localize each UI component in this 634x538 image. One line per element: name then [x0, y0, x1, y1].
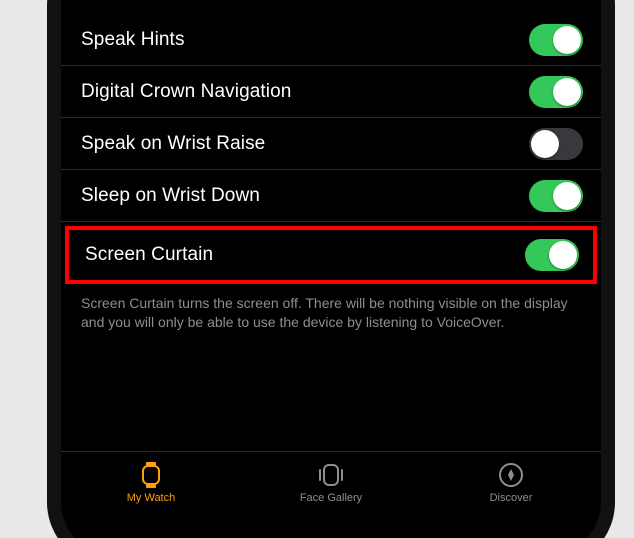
settings-list: Speak Hints Digital Crown Navigation Spe…	[61, 0, 601, 451]
screen: Speak Hints Digital Crown Navigation Spe…	[61, 0, 601, 538]
watch-icon	[138, 462, 164, 488]
toggle-digital-crown-navigation[interactable]	[529, 76, 583, 108]
row-screen-curtain[interactable]: Screen Curtain	[69, 230, 593, 280]
row-label: Sleep on Wrist Down	[81, 185, 260, 207]
row-digital-crown-navigation[interactable]: Digital Crown Navigation	[61, 66, 601, 118]
row-sleep-on-wrist-down[interactable]: Sleep on Wrist Down	[61, 170, 601, 222]
row-label: Speak on Wrist Raise	[81, 133, 265, 155]
tab-label: Discover	[490, 492, 533, 504]
toggle-sleep-on-wrist-down[interactable]	[529, 180, 583, 212]
toggle-speak-on-wrist-raise[interactable]	[529, 128, 583, 160]
toggle-speak-hints[interactable]	[529, 24, 583, 56]
row-speak-on-wrist-raise[interactable]: Speak on Wrist Raise	[61, 118, 601, 170]
discover-icon	[498, 462, 524, 488]
row-label: Digital Crown Navigation	[81, 81, 291, 103]
highlight-box: Screen Curtain	[65, 226, 597, 284]
toggle-screen-curtain[interactable]	[525, 239, 579, 271]
settings-footer-text: Screen Curtain turns the screen off. The…	[61, 284, 601, 346]
tab-label: Face Gallery	[300, 492, 362, 504]
row-speak-hints[interactable]: Speak Hints	[61, 14, 601, 66]
face-gallery-icon	[318, 462, 344, 488]
tab-bar: My Watch Face Gallery	[61, 451, 601, 538]
tab-discover[interactable]: Discover	[421, 462, 601, 504]
row-label: Speak Hints	[81, 29, 185, 51]
tab-my-watch[interactable]: My Watch	[61, 462, 241, 504]
tab-face-gallery[interactable]: Face Gallery	[241, 462, 421, 504]
row-label: Screen Curtain	[85, 244, 213, 266]
phone-frame: Speak Hints Digital Crown Navigation Spe…	[47, 0, 615, 538]
tab-label: My Watch	[127, 492, 176, 504]
